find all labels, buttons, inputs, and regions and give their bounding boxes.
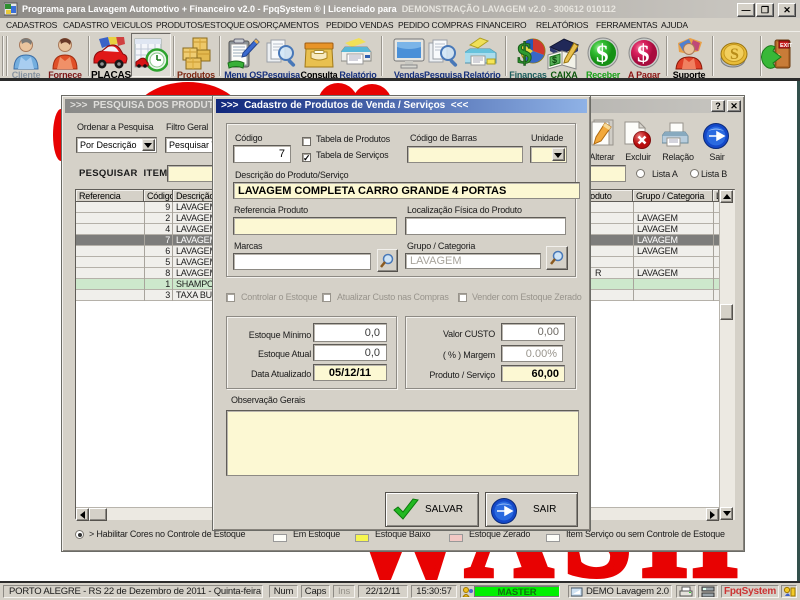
svg-text:S: S — [730, 46, 739, 63]
svg-text:$: $ — [637, 41, 650, 68]
svg-text:$: $ — [517, 37, 532, 70]
svg-text:$: $ — [596, 41, 609, 68]
svg-text:EXIT: EXIT — [780, 43, 793, 49]
svg-text:$: $ — [552, 55, 557, 65]
